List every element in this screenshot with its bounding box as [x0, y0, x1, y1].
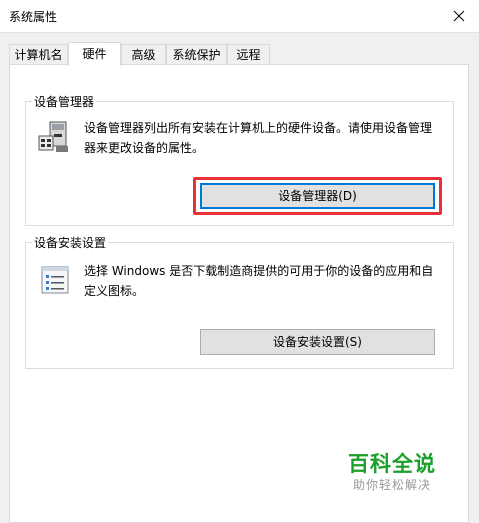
- device-install-group-label: 设备安装设置: [32, 234, 109, 251]
- tab-remote[interactable]: 远程: [227, 44, 270, 64]
- close-icon: [453, 10, 465, 22]
- tab-hardware[interactable]: 硬件: [68, 42, 121, 66]
- highlight-box: [193, 177, 442, 215]
- watermark-title: 百科全说: [348, 452, 436, 476]
- close-button[interactable]: [439, 0, 479, 32]
- device-install-icon: [38, 265, 72, 297]
- device-manager-description: 设备管理器列出所有安装在计算机上的硬件设备。请使用设备管理器来更改设备的属性。: [84, 121, 433, 155]
- device-manager-icon: [36, 118, 74, 156]
- watermark-subtitle: 助你轻松解决: [352, 478, 431, 492]
- device-install-settings-button[interactable]: 设备安装设置(S): [200, 329, 435, 355]
- watermark: 百科全说 助你轻松解决: [337, 451, 447, 493]
- device-manager-group-label: 设备管理器: [32, 93, 97, 110]
- tab-panel-hardware: 设备管理器 设备管理器列出所有安装在计算机上的硬件设备。请使用设备管理器来更改设…: [9, 64, 469, 523]
- window-title: 系统属性: [9, 10, 58, 24]
- title-bar: 系统属性: [0, 0, 479, 33]
- tab-computer-name[interactable]: 计算机名: [9, 44, 68, 64]
- tab-system-protection[interactable]: 系统保护: [166, 44, 227, 64]
- tab-advanced[interactable]: 高级: [121, 44, 166, 64]
- device-install-group: 设备安装设置 选择 Windows 是否下载制造商提供的可用于你的设备的应用和自…: [25, 234, 454, 369]
- device-install-description: 选择 Windows 是否下载制造商提供的可用于你的设备的应用和自定义图标。: [84, 264, 434, 298]
- device-manager-group: 设备管理器 设备管理器列出所有安装在计算机上的硬件设备。请使用设备管理器来更改设…: [25, 93, 454, 226]
